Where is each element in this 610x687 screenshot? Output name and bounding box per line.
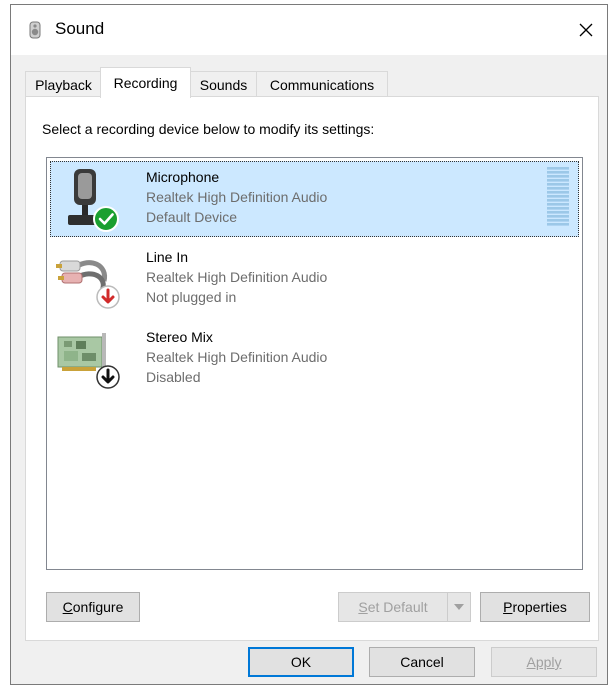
tab-communications[interactable]: Communications	[256, 71, 388, 97]
tab-label: Playback	[35, 76, 92, 93]
speaker-icon	[29, 21, 41, 39]
microphone-icon	[68, 169, 119, 232]
audio-cable-icon	[56, 260, 120, 309]
device-driver: Realtek High Definition Audio	[146, 349, 328, 365]
tab-label: Communications	[269, 76, 375, 93]
device-list[interactable]: Microphone Realtek High Definition Audio…	[46, 157, 583, 570]
configure-label: Configure	[62, 599, 124, 615]
sound-card-icon	[57, 333, 120, 389]
tab-label: Sounds	[199, 76, 248, 93]
tab-playback[interactable]: Playback	[25, 71, 102, 97]
device-item-stereo-mix[interactable]: Stereo Mix Realtek High Definition Audio…	[50, 321, 579, 397]
configure-button[interactable]: Configure	[46, 592, 140, 622]
set-default-dropdown[interactable]	[447, 592, 471, 622]
ok-button[interactable]: OK	[248, 647, 354, 677]
apply-label: Apply	[526, 654, 562, 670]
properties-button[interactable]: Properties	[480, 592, 590, 622]
close-button[interactable]	[571, 15, 601, 45]
instruction-text: Select a recording device below to modif…	[42, 121, 375, 137]
device-name: Stereo Mix	[146, 329, 213, 345]
recording-panel: Select a recording device below to modif…	[25, 96, 599, 641]
set-default-button[interactable]: Set Default	[338, 592, 448, 622]
cancel-button[interactable]: Cancel	[369, 647, 475, 677]
tab-label: Recording	[113, 75, 178, 91]
set-default-label: Set Default	[358, 599, 428, 615]
device-status: Disabled	[146, 369, 201, 385]
chevron-down-icon	[454, 604, 464, 610]
cancel-label: Cancel	[400, 654, 444, 670]
sound-dialog: Sound Playback Recording Sounds Communic…	[10, 4, 608, 685]
device-item-microphone[interactable]: Microphone Realtek High Definition Audio…	[50, 161, 579, 237]
device-name: Line In	[146, 249, 189, 265]
set-default-split-button[interactable]: Set Default	[338, 592, 471, 622]
device-driver: Realtek High Definition Audio	[146, 269, 328, 285]
level-meter	[547, 167, 569, 226]
tab-sounds[interactable]: Sounds	[189, 71, 258, 97]
green-check-icon	[93, 206, 119, 232]
device-item-line-in[interactable]: Line In Realtek High Definition Audio No…	[50, 241, 579, 317]
device-name: Microphone	[146, 169, 220, 185]
device-status: Default Device	[146, 209, 238, 225]
close-icon	[579, 23, 593, 37]
device-status: Not plugged in	[146, 289, 237, 305]
title-bar: Sound	[11, 5, 607, 55]
device-driver: Realtek High Definition Audio	[146, 189, 328, 205]
ok-label: OK	[290, 654, 312, 670]
tab-recording[interactable]: Recording	[100, 67, 191, 98]
tab-strip: Playback Recording Sounds Communications	[25, 67, 599, 98]
window-title: Sound	[55, 19, 105, 38]
properties-label: Properties	[503, 599, 567, 615]
apply-button[interactable]: Apply	[491, 647, 597, 677]
